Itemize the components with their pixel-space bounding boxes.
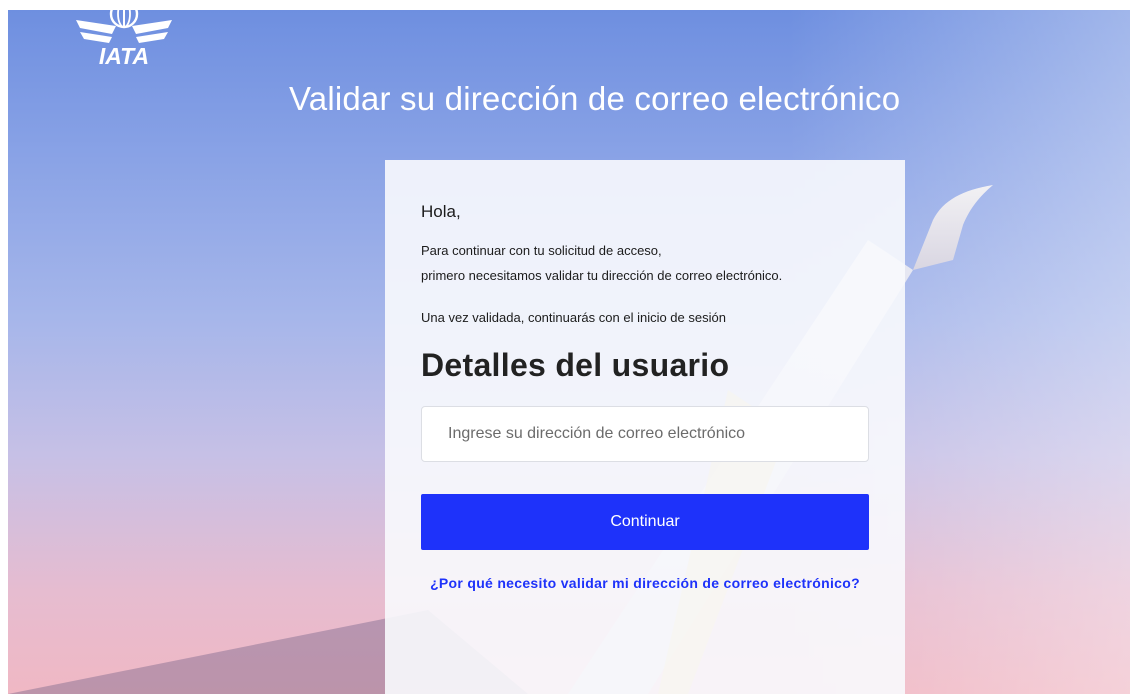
validation-card: Hola, Para continuar con tu solicitud de… bbox=[385, 160, 905, 694]
why-validate-link[interactable]: ¿Por qué necesito validar mi dirección d… bbox=[421, 574, 869, 593]
intro-line-1: Para continuar con tu solicitud de acces… bbox=[421, 243, 662, 258]
logo-text: IATA bbox=[99, 43, 149, 69]
section-title: Detalles del usuario bbox=[421, 347, 730, 383]
email-input[interactable] bbox=[421, 406, 869, 462]
page-viewport: IATA Validar su dirección de correo elec… bbox=[8, 10, 1130, 694]
page-title: Validar su dirección de correo electróni… bbox=[289, 80, 901, 117]
intro-text: Para continuar con tu solicitud de acces… bbox=[421, 238, 801, 288]
greeting-text: Hola, bbox=[421, 202, 461, 221]
iata-logo: IATA bbox=[76, 10, 172, 69]
continue-button[interactable]: Continuar bbox=[421, 494, 869, 550]
intro-line-2: primero necesitamos validar tu dirección… bbox=[421, 268, 783, 283]
intro-line-3: Una vez validada, continuarás con el ini… bbox=[421, 310, 726, 325]
